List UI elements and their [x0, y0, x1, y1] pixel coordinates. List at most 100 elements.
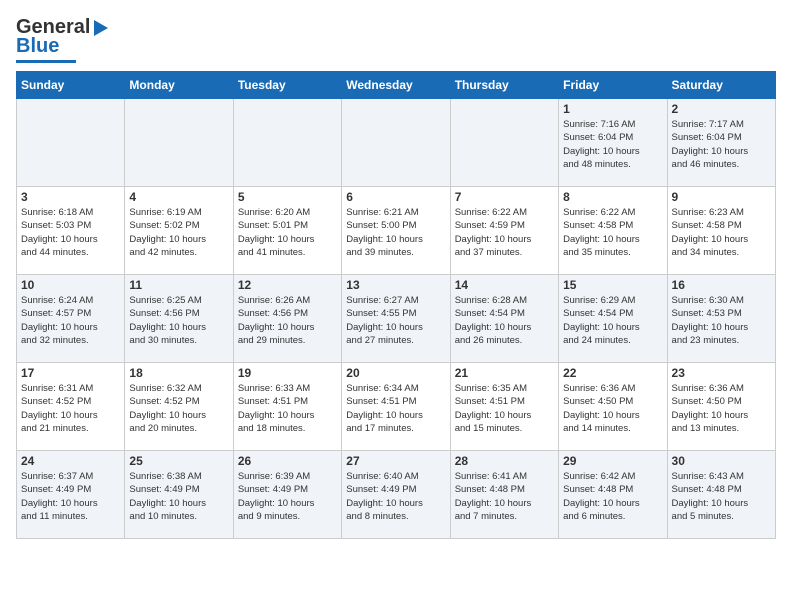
calendar-day-cell: 28 Sunrise: 6:41 AM Sunset: 4:48 PM Dayli… [450, 451, 558, 539]
day-info: Sunrise: 6:24 AM Sunset: 4:57 PM Dayligh… [21, 294, 120, 347]
day-info: Sunrise: 6:33 AM Sunset: 4:51 PM Dayligh… [238, 382, 337, 435]
calendar-day-cell: 3 Sunrise: 6:18 AM Sunset: 5:03 PM Daylig… [17, 187, 125, 275]
calendar-day-cell: 13Sunrise: 6:27 AM Sunset: 4:55 PM Dayli… [342, 275, 450, 363]
logo-arrow-icon [94, 20, 108, 36]
day-number: 25 [129, 454, 228, 468]
day-number: 20 [346, 366, 445, 380]
day-number: 4 [129, 190, 228, 204]
calendar-day-cell: 30Sunrise: 6:43 AM Sunset: 4:48 PM Dayli… [667, 451, 775, 539]
weekday-header-sunday: Sunday [17, 72, 125, 99]
day-info: Sunrise: 6:39 AM Sunset: 4:49 PM Dayligh… [238, 470, 337, 523]
calendar-day-cell: 29Sunrise: 6:42 AM Sunset: 4:48 PM Dayli… [559, 451, 667, 539]
calendar-day-cell [342, 99, 450, 187]
day-number: 27 [346, 454, 445, 468]
calendar-day-cell: 25 Sunrise: 6:38 AM Sunset: 4:49 PM Dayli… [125, 451, 233, 539]
logo-underline [16, 60, 76, 63]
day-number: 6 [346, 190, 445, 204]
calendar-day-cell: 22 Sunrise: 6:36 AM Sunset: 4:50 PM Dayli… [559, 363, 667, 451]
logo-text-blue: Blue [16, 35, 59, 58]
day-info: Sunrise: 6:38 AM Sunset: 4:49 PM Dayligh… [129, 470, 228, 523]
day-number: 2 [672, 102, 771, 116]
calendar-day-cell: 17Sunrise: 6:31 AM Sunset: 4:52 PM Dayli… [17, 363, 125, 451]
calendar-week-row: 24 Sunrise: 6:37 AM Sunset: 4:49 PM Dayli… [17, 451, 776, 539]
calendar-day-cell: 21Sunrise: 6:35 AM Sunset: 4:51 PM Dayli… [450, 363, 558, 451]
calendar-week-row: 3 Sunrise: 6:18 AM Sunset: 5:03 PM Daylig… [17, 187, 776, 275]
day-number: 11 [129, 278, 228, 292]
calendar-day-cell [233, 99, 341, 187]
day-number: 14 [455, 278, 554, 292]
day-number: 29 [563, 454, 662, 468]
calendar-day-cell: 27 Sunrise: 6:40 AM Sunset: 4:49 PM Dayli… [342, 451, 450, 539]
calendar-day-cell: 1 Sunrise: 7:16 AM Sunset: 6:04 PM Daylig… [559, 99, 667, 187]
day-info: Sunrise: 6:19 AM Sunset: 5:02 PM Dayligh… [129, 206, 228, 259]
day-number: 1 [563, 102, 662, 116]
calendar-day-cell: 23 Sunrise: 6:36 AM Sunset: 4:50 PM Dayli… [667, 363, 775, 451]
day-number: 16 [672, 278, 771, 292]
day-number: 13 [346, 278, 445, 292]
day-number: 23 [672, 366, 771, 380]
day-number: 17 [21, 366, 120, 380]
weekday-header-wednesday: Wednesday [342, 72, 450, 99]
logo: General Blue [16, 16, 108, 63]
calendar-body: 1 Sunrise: 7:16 AM Sunset: 6:04 PM Daylig… [17, 99, 776, 539]
calendar-day-cell: 7 Sunrise: 6:22 AM Sunset: 4:59 PM Daylig… [450, 187, 558, 275]
calendar-day-cell: 24 Sunrise: 6:37 AM Sunset: 4:49 PM Dayli… [17, 451, 125, 539]
day-info: Sunrise: 6:28 AM Sunset: 4:54 PM Dayligh… [455, 294, 554, 347]
day-info: Sunrise: 6:36 AM Sunset: 4:50 PM Dayligh… [672, 382, 771, 435]
day-number: 5 [238, 190, 337, 204]
calendar-day-cell: 10 Sunrise: 6:24 AM Sunset: 4:57 PM Dayli… [17, 275, 125, 363]
day-info: Sunrise: 6:22 AM Sunset: 4:58 PM Dayligh… [563, 206, 662, 259]
calendar-week-row: 10 Sunrise: 6:24 AM Sunset: 4:57 PM Dayli… [17, 275, 776, 363]
weekday-header-monday: Monday [125, 72, 233, 99]
day-info: Sunrise: 7:17 AM Sunset: 6:04 PM Dayligh… [672, 118, 771, 171]
day-number: 10 [21, 278, 120, 292]
day-number: 12 [238, 278, 337, 292]
day-info: Sunrise: 6:18 AM Sunset: 5:03 PM Dayligh… [21, 206, 120, 259]
calendar-day-cell: 26Sunrise: 6:39 AM Sunset: 4:49 PM Dayli… [233, 451, 341, 539]
day-info: Sunrise: 6:30 AM Sunset: 4:53 PM Dayligh… [672, 294, 771, 347]
day-number: 18 [129, 366, 228, 380]
day-number: 22 [563, 366, 662, 380]
day-info: Sunrise: 7:16 AM Sunset: 6:04 PM Dayligh… [563, 118, 662, 171]
calendar-day-cell [125, 99, 233, 187]
calendar-day-cell: 18Sunrise: 6:32 AM Sunset: 4:52 PM Dayli… [125, 363, 233, 451]
calendar-day-cell: 11 Sunrise: 6:25 AM Sunset: 4:56 PM Dayli… [125, 275, 233, 363]
day-info: Sunrise: 6:36 AM Sunset: 4:50 PM Dayligh… [563, 382, 662, 435]
day-info: Sunrise: 6:22 AM Sunset: 4:59 PM Dayligh… [455, 206, 554, 259]
day-info: Sunrise: 6:43 AM Sunset: 4:48 PM Dayligh… [672, 470, 771, 523]
calendar-day-cell: 15Sunrise: 6:29 AM Sunset: 4:54 PM Dayli… [559, 275, 667, 363]
calendar-table: SundayMondayTuesdayWednesdayThursdayFrid… [16, 71, 776, 539]
day-info: Sunrise: 6:40 AM Sunset: 4:49 PM Dayligh… [346, 470, 445, 523]
day-info: Sunrise: 6:26 AM Sunset: 4:56 PM Dayligh… [238, 294, 337, 347]
calendar-day-cell: 4 Sunrise: 6:19 AM Sunset: 5:02 PM Daylig… [125, 187, 233, 275]
calendar-day-cell: 9 Sunrise: 6:23 AM Sunset: 4:58 PM Daylig… [667, 187, 775, 275]
calendar-day-cell [450, 99, 558, 187]
day-number: 28 [455, 454, 554, 468]
calendar-day-cell: 20Sunrise: 6:34 AM Sunset: 4:51 PM Dayli… [342, 363, 450, 451]
calendar-header-row: SundayMondayTuesdayWednesdayThursdayFrid… [17, 72, 776, 99]
page-header: General Blue [16, 16, 776, 63]
day-number: 15 [563, 278, 662, 292]
calendar-day-cell: 14 Sunrise: 6:28 AM Sunset: 4:54 PM Dayli… [450, 275, 558, 363]
day-number: 3 [21, 190, 120, 204]
day-number: 8 [563, 190, 662, 204]
calendar-day-cell: 12 Sunrise: 6:26 AM Sunset: 4:56 PM Dayli… [233, 275, 341, 363]
calendar-day-cell: 8 Sunrise: 6:22 AM Sunset: 4:58 PM Daylig… [559, 187, 667, 275]
day-number: 7 [455, 190, 554, 204]
calendar-week-row: 17Sunrise: 6:31 AM Sunset: 4:52 PM Dayli… [17, 363, 776, 451]
day-info: Sunrise: 6:20 AM Sunset: 5:01 PM Dayligh… [238, 206, 337, 259]
day-info: Sunrise: 6:25 AM Sunset: 4:56 PM Dayligh… [129, 294, 228, 347]
day-info: Sunrise: 6:37 AM Sunset: 4:49 PM Dayligh… [21, 470, 120, 523]
weekday-header-friday: Friday [559, 72, 667, 99]
day-info: Sunrise: 6:41 AM Sunset: 4:48 PM Dayligh… [455, 470, 554, 523]
weekday-header-thursday: Thursday [450, 72, 558, 99]
day-info: Sunrise: 6:21 AM Sunset: 5:00 PM Dayligh… [346, 206, 445, 259]
day-number: 24 [21, 454, 120, 468]
day-number: 19 [238, 366, 337, 380]
calendar-day-cell: 2 Sunrise: 7:17 AM Sunset: 6:04 PM Daylig… [667, 99, 775, 187]
calendar-week-row: 1 Sunrise: 7:16 AM Sunset: 6:04 PM Daylig… [17, 99, 776, 187]
day-number: 9 [672, 190, 771, 204]
day-info: Sunrise: 6:35 AM Sunset: 4:51 PM Dayligh… [455, 382, 554, 435]
calendar-day-cell [17, 99, 125, 187]
day-info: Sunrise: 6:23 AM Sunset: 4:58 PM Dayligh… [672, 206, 771, 259]
